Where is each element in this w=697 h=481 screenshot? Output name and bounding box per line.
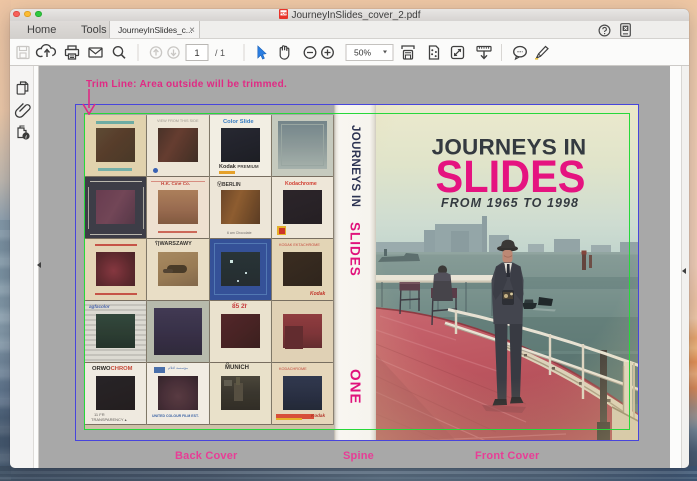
svg-text:PDF: PDF bbox=[279, 10, 288, 15]
svg-text:50%: 50% bbox=[354, 48, 371, 58]
svg-text:/ 1: / 1 bbox=[215, 48, 225, 58]
svg-text:1: 1 bbox=[194, 48, 199, 59]
